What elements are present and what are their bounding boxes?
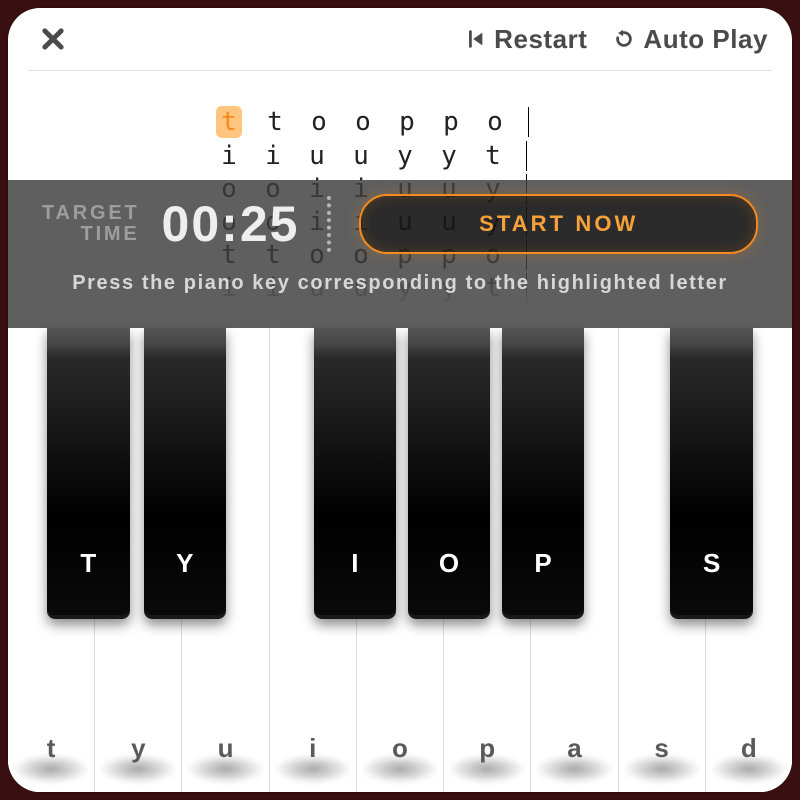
app-panel: Restart Auto Play ttooppoiiuuyytooiiuuyo… — [8, 8, 792, 792]
target-time-label: TARGET TIME — [42, 203, 140, 245]
sequence-cell: o — [484, 107, 506, 137]
sequence-cell: t — [482, 141, 504, 171]
piano: t y u i o p a s d T Y I O P S — [8, 328, 792, 792]
top-area: Restart Auto Play ttooppoiiuuyytooiiuuyo… — [8, 8, 792, 328]
toolbar-controls: Restart Auto Play — [464, 18, 768, 60]
overlay-row: TARGET TIME 00:25 START NOW — [42, 194, 758, 254]
sequence-cell: o — [308, 107, 330, 137]
restart-icon — [464, 28, 486, 50]
sequence-cell: u — [350, 141, 372, 171]
black-key-label: Y — [176, 548, 193, 579]
close-icon — [39, 25, 67, 53]
black-key-label: S — [703, 548, 720, 579]
sequence-highlight: t — [216, 106, 242, 138]
white-key-label: t — [47, 733, 56, 764]
autoplay-label: Auto Play — [643, 24, 768, 55]
white-key-label: p — [479, 733, 495, 764]
sequence-cell: y — [438, 141, 460, 171]
autoplay-button[interactable]: Auto Play — [613, 24, 768, 55]
sequence-row: iiuuyyt — [218, 141, 535, 171]
black-key-label: O — [439, 548, 459, 579]
sequence-cursor — [528, 107, 535, 137]
close-button[interactable] — [32, 18, 74, 60]
white-key-label: i — [309, 733, 316, 764]
sequence-cell: t — [264, 107, 286, 137]
restart-label: Restart — [494, 24, 587, 55]
black-key-label: P — [534, 548, 551, 579]
black-key-i[interactable]: I — [314, 328, 396, 619]
black-key-y[interactable]: Y — [144, 328, 226, 619]
target-time-value: 00:25 — [162, 195, 300, 253]
sequence-cursor — [526, 141, 533, 171]
sequence-cell: i — [262, 141, 284, 171]
white-key-label: d — [741, 733, 757, 764]
black-key-p[interactable]: P — [502, 328, 584, 619]
sequence-cell: o — [352, 107, 374, 137]
toolbar-divider — [28, 70, 772, 71]
black-key-label: I — [351, 548, 358, 579]
autoplay-icon — [613, 28, 635, 50]
black-key-label: T — [80, 548, 96, 579]
black-key-s[interactable]: S — [670, 328, 752, 619]
start-overlay: TARGET TIME 00:25 START NOW Press the pi… — [8, 180, 792, 328]
dotted-divider — [327, 196, 331, 252]
white-key-label: s — [654, 733, 668, 764]
black-key-t[interactable]: T — [47, 328, 129, 619]
sequence-cell: p — [396, 107, 418, 137]
white-key-label: u — [218, 733, 234, 764]
start-button-label: START NOW — [479, 211, 638, 237]
sequence-row: ttooppo — [218, 106, 535, 138]
white-key-label: o — [392, 733, 408, 764]
sequence-cell: y — [394, 141, 416, 171]
white-key-label: a — [567, 733, 581, 764]
black-key-o[interactable]: O — [408, 328, 490, 619]
sequence-cell: p — [440, 107, 462, 137]
sequence-cell: u — [306, 141, 328, 171]
start-button[interactable]: START NOW — [359, 194, 758, 254]
sequence-cell: i — [218, 141, 240, 171]
restart-button[interactable]: Restart — [464, 24, 587, 55]
white-key-label: y — [131, 733, 145, 764]
overlay-hint: Press the piano key corresponding to the… — [42, 272, 758, 295]
